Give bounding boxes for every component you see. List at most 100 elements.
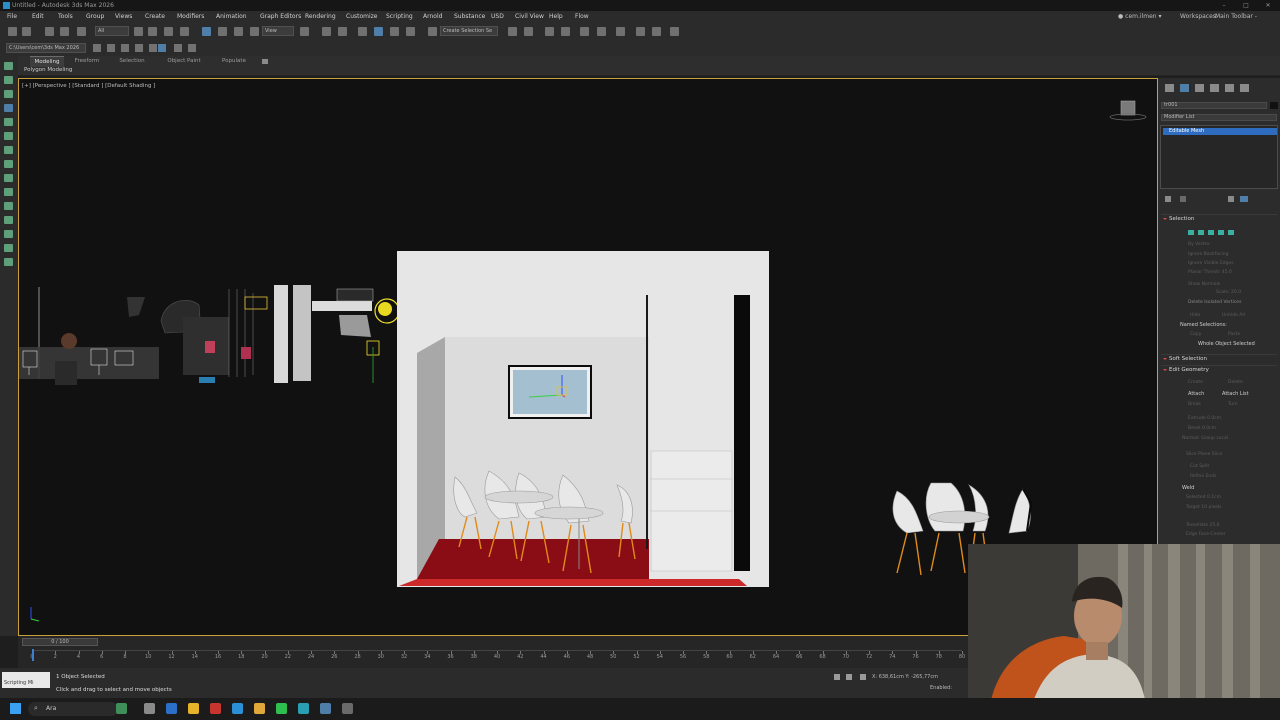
rollout-edit-geometry[interactable]: Edit Geometry [1161,365,1277,373]
edit-named-selection-icon[interactable] [428,27,437,36]
select-rotate-icon[interactable] [218,27,227,36]
scene-explorer-icon[interactable] [545,27,554,36]
break-button[interactable]: Break [1188,402,1201,407]
menu-create[interactable]: Create [145,11,165,23]
layout-tab-icon[interactable] [4,104,13,112]
vertex-subobject-icon[interactable] [1188,230,1194,235]
refine-ends-option[interactable]: Refine Ends [1190,474,1216,479]
layout-tab-icon[interactable] [4,230,13,238]
maximize-icon[interactable]: □ [1238,0,1254,11]
folder-app-icon[interactable] [254,703,265,714]
spinner-snap-icon[interactable] [406,27,415,36]
select-manipulate-icon[interactable] [322,27,331,36]
ext-icon-1[interactable] [174,44,182,52]
percent-snap-icon[interactable] [390,27,399,36]
reference-coordinate-dropdown[interactable]: View [262,26,294,36]
menu-tools[interactable]: Tools [58,11,73,23]
settings-app-icon[interactable] [342,703,353,714]
user-account[interactable]: ● cem.ilmen ▾ [1118,11,1162,23]
modify-tab-icon[interactable] [1180,84,1189,92]
project-icon[interactable] [135,44,143,52]
pivot-center-icon[interactable] [300,27,309,36]
keyboard-shortcut-icon[interactable] [338,27,347,36]
region-select-icon[interactable] [164,27,173,36]
option-by-vertex[interactable]: By Vertex [1188,242,1210,247]
tab-selection[interactable]: Selection [114,56,150,67]
layout-tab-icon[interactable] [4,76,13,84]
tab-modeling[interactable]: Modeling [30,56,64,67]
spotify-app-icon[interactable] [276,703,287,714]
tab-populate[interactable]: Populate [214,56,254,67]
new-scene-icon[interactable] [93,44,101,52]
close-icon[interactable]: ✕ [1260,0,1276,11]
hierarchy-tab-icon[interactable] [1195,84,1204,92]
normals-scale-field[interactable]: Scale: 20.0 [1216,290,1241,295]
normal-group-option[interactable]: Normal: Group Local [1182,436,1228,441]
motion-tab-icon[interactable] [1210,84,1219,92]
layout-tab-icon[interactable] [4,146,13,154]
taskbar-search[interactable]: ⌕ Ara [28,702,118,716]
coordinate-display[interactable]: X: 638,61cm Y: -265,77cm [872,674,938,680]
layout-tab-icon[interactable] [4,118,13,126]
time-slider[interactable]: 0 / 100 [22,638,98,646]
save-file-icon[interactable] [121,44,129,52]
copy-button[interactable]: Copy [1190,332,1201,337]
menu-views[interactable]: Views [115,11,132,23]
pin-stack-icon[interactable] [1165,196,1171,202]
create-button[interactable]: Create [1188,380,1203,385]
slice-plane-button[interactable]: Slice Plane Slice [1186,452,1222,457]
tessellate-field[interactable]: Tessellate 25.0 [1186,523,1219,528]
time-cursor[interactable] [32,649,34,661]
project-folder-icon[interactable] [149,44,157,52]
app-icon-red[interactable] [210,703,221,714]
cut-split-button[interactable]: Cut Split [1190,464,1209,469]
attach-button[interactable]: Attach [1188,391,1204,397]
menu-edit[interactable]: Edit [32,11,44,23]
angle-snap-icon[interactable] [374,27,383,36]
render-setup-icon[interactable] [652,27,661,36]
timeline-ruler[interactable]: 0246810121416182022242628303234363840424… [30,649,965,664]
select-place-icon[interactable] [250,27,259,36]
layout-tab-icon[interactable] [4,244,13,252]
layer-explorer-icon[interactable] [561,27,570,36]
maxscript-listener[interactable]: Scripting Mi [2,672,50,688]
link-icon[interactable] [45,27,54,36]
turn-button[interactable]: Turn [1228,402,1238,407]
stack-item-editable-mesh[interactable]: Editable Mesh [1163,128,1277,135]
schematic-view-icon[interactable] [616,27,625,36]
layout-tab-icon[interactable] [4,174,13,182]
attach-list-button[interactable]: Attach List [1222,391,1249,397]
tab-object-paint[interactable]: Object Paint [162,56,206,67]
create-tab-icon[interactable] [1165,84,1174,92]
select-move-icon[interactable] [202,27,211,36]
selection-filter-dropdown[interactable]: All [95,26,129,36]
panel-polygon-modeling[interactable]: Polygon Modeling [24,67,72,73]
tessellate-options[interactable]: Edge Face-Center [1186,532,1226,537]
menu-usd[interactable]: USD [491,11,504,23]
rollout-soft-selection[interactable]: Soft Selection [1161,354,1277,362]
menu-file[interactable]: File [7,11,17,23]
menu-arnold[interactable]: Arnold [423,11,442,23]
menu-customize[interactable]: Customize [346,11,378,23]
option-show-normals[interactable]: Show Normals [1188,282,1220,287]
weld-target-field[interactable]: Target 10 pixels [1186,505,1222,510]
menu-civil-view[interactable]: Civil View [515,11,544,23]
bevel-field[interactable]: Bevel 0.0cm [1188,426,1216,431]
chrome-app-icon[interactable] [188,703,199,714]
start-button-icon[interactable] [10,703,21,714]
polygon-subobject-icon[interactable] [1218,230,1224,235]
menu-modifiers[interactable]: Modifiers [177,11,204,23]
render-icon[interactable] [670,27,679,36]
redo-icon[interactable] [22,27,31,36]
layout-tab-icon[interactable] [4,90,13,98]
extrude-field[interactable]: Extrude 0.0cm [1188,416,1221,421]
select-scale-icon[interactable] [234,27,243,36]
grid-icon[interactable] [158,44,166,52]
viewcube[interactable] [1109,100,1147,121]
menu-rendering[interactable]: Rendering [305,11,336,23]
menu-group[interactable]: Group [86,11,104,23]
open-file-icon[interactable] [107,44,115,52]
lock-selection-icon[interactable] [846,674,852,680]
face-subobject-icon[interactable] [1208,230,1214,235]
window-crossing-icon[interactable] [180,27,189,36]
